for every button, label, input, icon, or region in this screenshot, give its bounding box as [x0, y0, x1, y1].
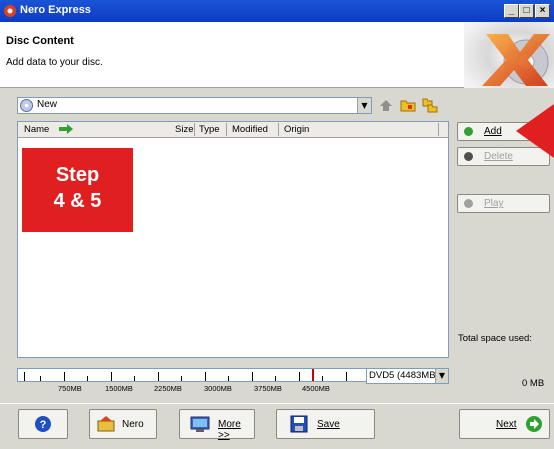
- page-subtitle: Add data to your disc.: [6, 57, 103, 68]
- ruler-tick: [158, 372, 159, 381]
- next-arrow-icon: [526, 416, 542, 432]
- tick-label: 3750MB: [254, 384, 282, 393]
- chevron-down-icon[interactable]: ▼: [357, 98, 371, 113]
- save-button-label: Save: [317, 419, 340, 430]
- ruler-tick: [40, 376, 41, 381]
- ruler-tick: [228, 376, 229, 381]
- play-button[interactable]: Play: [457, 194, 550, 213]
- tick-label: 4500MB: [302, 384, 330, 393]
- column-type[interactable]: Type: [199, 124, 220, 135]
- nero-button[interactable]: Nero: [89, 409, 157, 439]
- column-separator: [438, 123, 439, 136]
- sort-arrow-icon: [59, 124, 73, 134]
- column-size[interactable]: Size: [175, 124, 193, 135]
- step-overlay-label: Step 4 & 5: [22, 148, 133, 232]
- step-line-1: Step: [55, 164, 100, 186]
- folder-tree-icon[interactable]: [422, 97, 438, 113]
- new-folder-icon[interactable]: [400, 97, 416, 113]
- column-separator: [226, 123, 227, 136]
- ruler-tick: [181, 376, 182, 381]
- nero-burn-icon: [97, 416, 115, 432]
- capacity-limit-marker: [312, 369, 314, 381]
- ruler-tick: [87, 376, 88, 381]
- page-title: Disc Content: [6, 35, 74, 47]
- nero-express-window: Nero Express _ □ × Disc Content Add data…: [0, 0, 554, 449]
- more-button[interactable]: More >>: [179, 409, 255, 441]
- nero-button-label: Nero: [122, 419, 144, 430]
- up-folder-icon[interactable]: [378, 97, 394, 113]
- column-modified[interactable]: Modified: [232, 124, 268, 135]
- help-icon: ?: [35, 416, 51, 432]
- ruler-tick: [322, 376, 323, 381]
- ruler-tick: [134, 376, 135, 381]
- nero-logo-icon: [464, 22, 554, 88]
- column-separator: [194, 123, 195, 136]
- minimize-button[interactable]: _: [504, 4, 519, 18]
- compilation-select[interactable]: New ▼: [17, 97, 372, 114]
- ruler-tick: [299, 372, 300, 381]
- more-button-label: More >>: [218, 419, 241, 441]
- save-button[interactable]: Save: [276, 409, 375, 439]
- save-disk-icon: [290, 415, 308, 433]
- delete-icon: [464, 152, 473, 161]
- chevron-down-icon[interactable]: ▼: [435, 369, 448, 383]
- close-button[interactable]: ×: [535, 4, 550, 18]
- play-button-label: Play: [484, 198, 504, 209]
- page-header: Disc Content Add data to your disc.: [0, 22, 554, 88]
- tick-label: 3000MB: [204, 384, 232, 393]
- nero-app-icon: [4, 5, 16, 17]
- tick-label: 1500MB: [105, 384, 133, 393]
- more-options-icon: [190, 416, 210, 432]
- tick-label: 750MB: [58, 384, 82, 393]
- ruler-tick: [346, 372, 347, 381]
- ruler-tick: [64, 372, 65, 381]
- column-origin[interactable]: Origin: [284, 124, 309, 135]
- column-separator: [278, 123, 279, 136]
- disc-icon: [20, 99, 33, 112]
- ruler-tick: [252, 372, 253, 381]
- window-title: Nero Express: [20, 4, 91, 16]
- capacity-ruler: [17, 368, 367, 382]
- title-bar: Nero Express _ □ ×: [0, 0, 554, 22]
- total-space-label: Total space used:: [458, 333, 532, 344]
- delete-button-label: Delete: [484, 151, 513, 162]
- next-button-label: Next: [496, 419, 517, 430]
- add-button-label: Add: [484, 126, 502, 137]
- play-icon: [464, 199, 473, 208]
- pointer-arrow-icon: [516, 104, 554, 158]
- help-button[interactable]: ?: [18, 409, 68, 439]
- compilation-name: New: [37, 99, 58, 110]
- ruler-tick: [205, 372, 206, 381]
- step-line-2: 4 & 5: [53, 190, 102, 212]
- maximize-button[interactable]: □: [519, 4, 534, 18]
- total-space-value: 0 MB: [522, 378, 545, 389]
- tick-label: 2250MB: [154, 384, 182, 393]
- column-name[interactable]: Name: [24, 124, 49, 135]
- ruler-tick: [24, 372, 25, 381]
- next-button[interactable]: Next: [459, 409, 550, 439]
- svg-text:?: ?: [40, 419, 47, 431]
- capacity-bar: 750MB 1500MB 2250MB 3000MB 3750MB 4500MB: [17, 364, 367, 394]
- ruler-tick: [275, 376, 276, 381]
- file-list-header: Name Size Type Modified Origin: [18, 122, 448, 138]
- disc-type-select[interactable]: DVD5 (4483MB ▼: [366, 368, 449, 384]
- disc-type-value: DVD5 (4483MB: [369, 370, 436, 381]
- add-icon: [464, 127, 473, 136]
- ruler-tick: [111, 372, 112, 381]
